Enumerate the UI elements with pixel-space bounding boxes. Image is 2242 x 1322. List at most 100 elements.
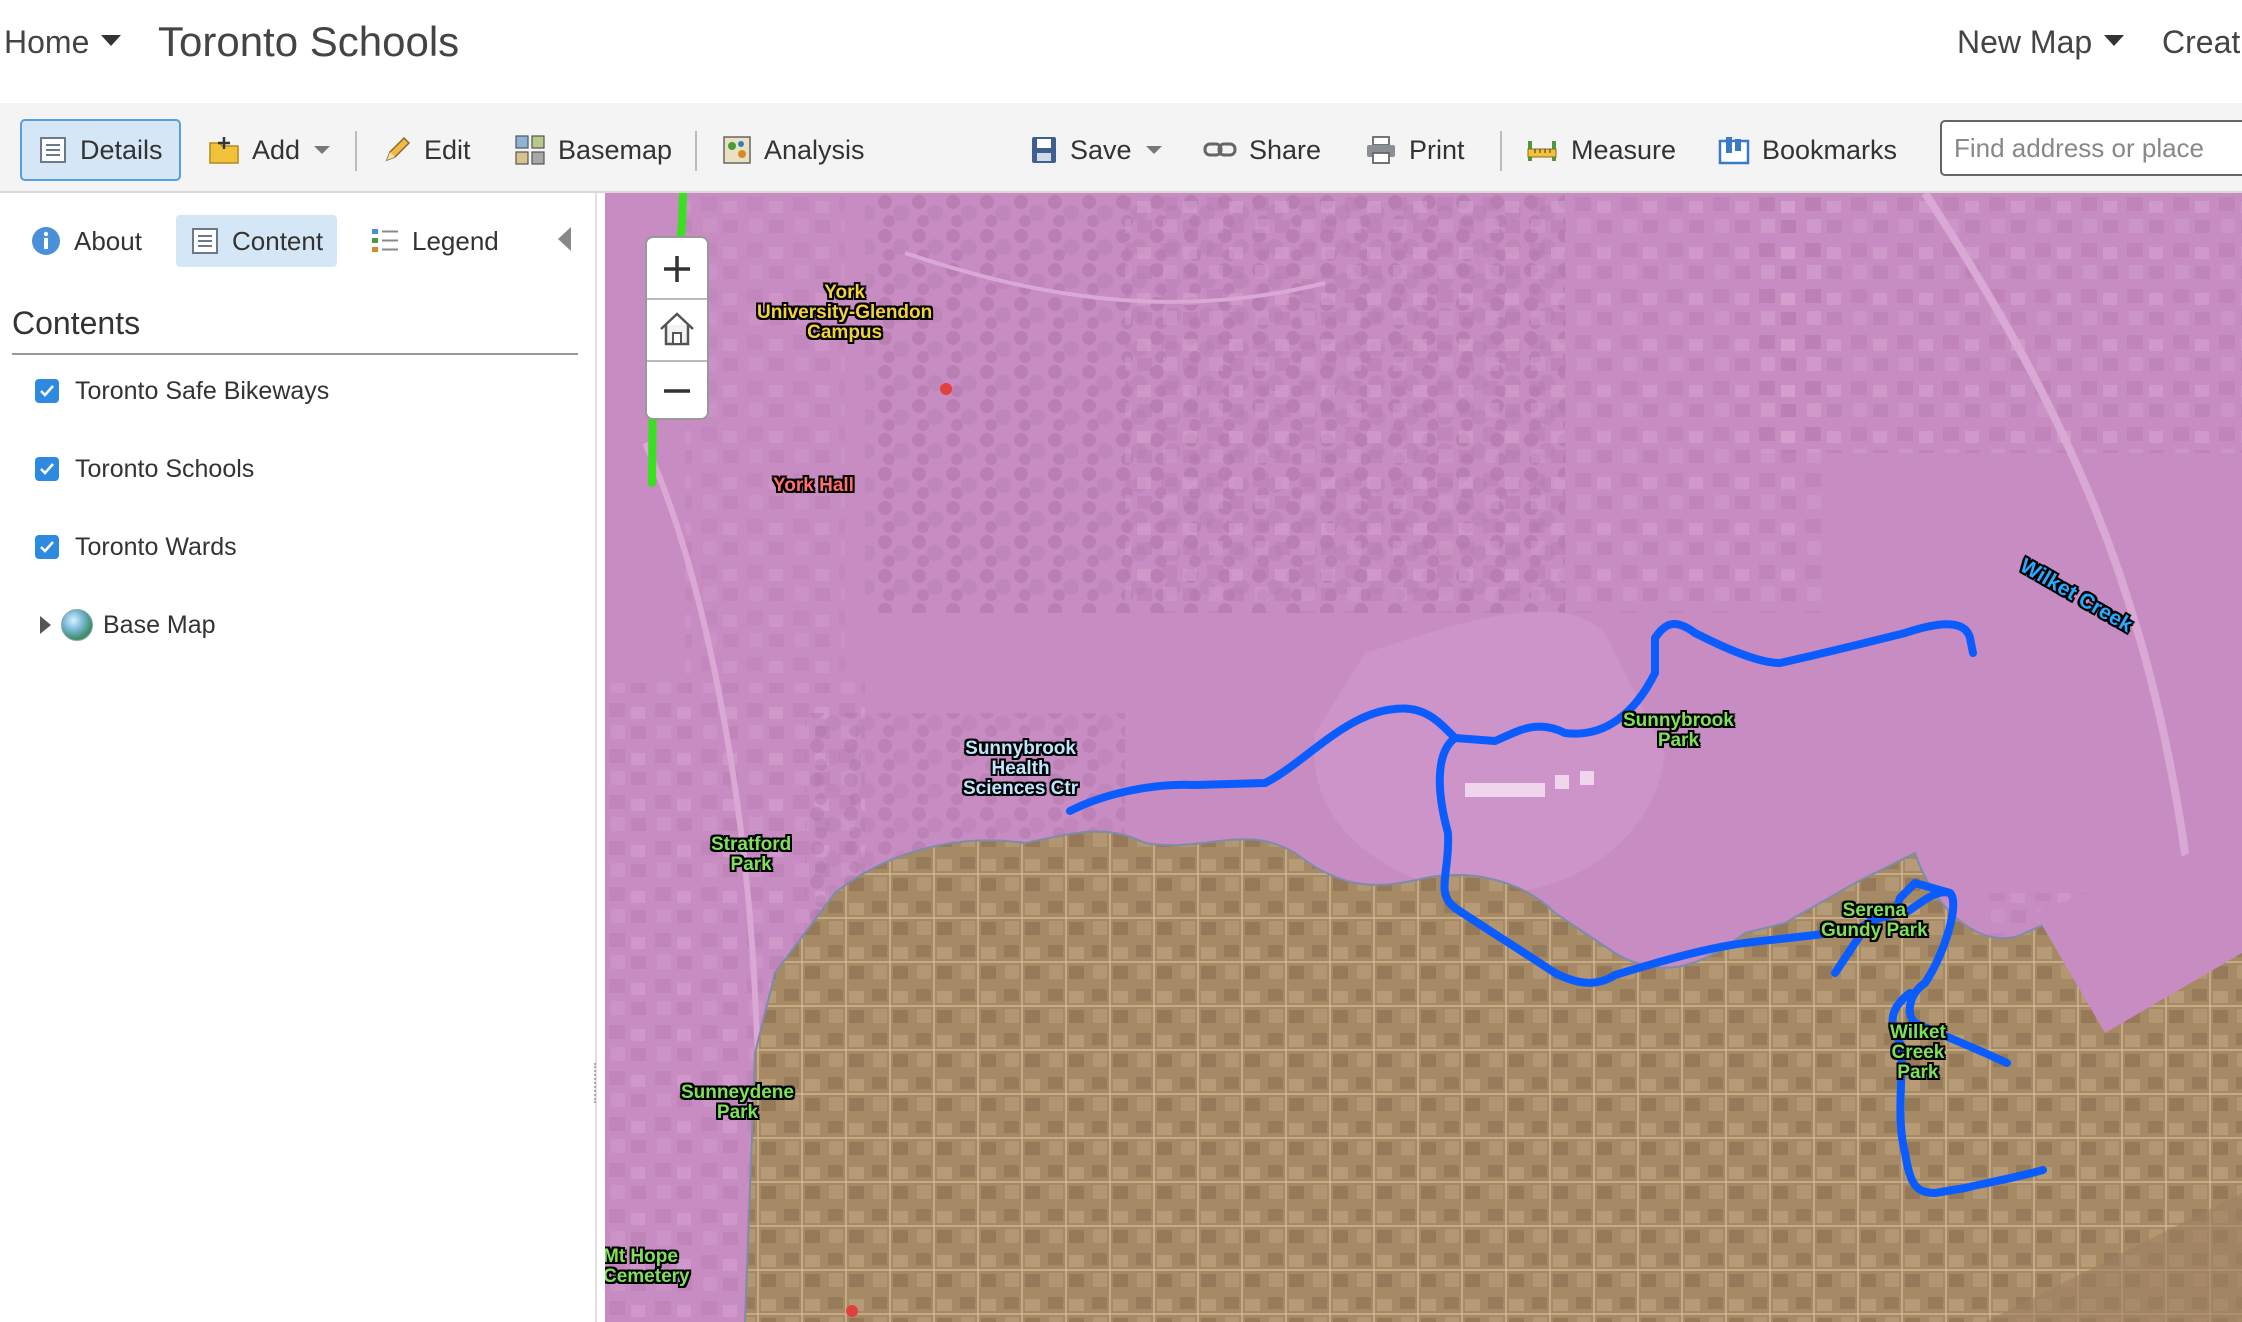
- basemap-icon: [515, 135, 545, 165]
- link-icon: [1203, 142, 1237, 157]
- side-panel: About Content Legend Contents Toronto Sa…: [0, 193, 597, 1322]
- check-icon: [40, 385, 54, 397]
- tab-about-label: About: [74, 225, 142, 256]
- divider: [12, 353, 578, 355]
- save-icon: [1032, 137, 1056, 163]
- place-label-sunneydene-park: Sunneydene Park: [681, 1083, 794, 1123]
- place-label-mt-hope: Mt Hope Cemetery: [605, 1247, 690, 1287]
- print-button[interactable]: Print: [1365, 119, 1465, 181]
- tab-about[interactable]: About: [16, 215, 156, 267]
- home-extent-button[interactable]: [647, 300, 707, 358]
- bookmarks-label: Bookmarks: [1762, 134, 1898, 165]
- toolbar-divider: [355, 131, 357, 171]
- label-line: Park: [716, 1101, 759, 1123]
- pencil-icon: [385, 136, 411, 162]
- layer-checkbox[interactable]: [35, 535, 59, 559]
- label-line: Creek: [1891, 1041, 1945, 1063]
- label-line: Cemetery: [605, 1265, 690, 1287]
- collapse-panel-icon[interactable]: [558, 227, 571, 251]
- map-canvas: [605, 193, 2242, 1322]
- home-menu[interactable]: Home: [4, 24, 122, 61]
- tab-legend[interactable]: Legend: [356, 215, 513, 267]
- layer-label: Base Map: [103, 610, 216, 639]
- school-marker[interactable]: [846, 1305, 858, 1317]
- edit-button[interactable]: Edit: [382, 119, 471, 181]
- place-label-york-glendon: York University-Glendon Campus: [757, 283, 932, 343]
- label-line: York: [824, 282, 866, 303]
- label-line: Park: [1897, 1061, 1939, 1083]
- label-line: Sciences Ctr: [963, 777, 1079, 799]
- basemap-label: Basemap: [558, 134, 673, 165]
- contents-heading: Contents: [12, 305, 141, 341]
- add-button[interactable]: Add: [208, 119, 331, 181]
- new-map-menu[interactable]: New Map: [1957, 24, 2125, 61]
- plus-icon: [664, 256, 690, 282]
- layer-label: Toronto Safe Bikeways: [75, 376, 330, 405]
- chevron-down-icon: [101, 35, 122, 46]
- search-input[interactable]: [1940, 120, 2242, 176]
- print-label: Print: [1409, 134, 1465, 165]
- layer-label: Toronto Wards: [75, 532, 237, 561]
- details-button[interactable]: Details: [20, 119, 181, 181]
- info-icon: [32, 227, 60, 255]
- tab-content-label: Content: [232, 225, 324, 256]
- label-line: Gundy Park: [1821, 919, 1928, 941]
- layer-checkbox[interactable]: [35, 379, 59, 403]
- share-button[interactable]: Share: [1203, 119, 1321, 181]
- analysis-label: Analysis: [764, 134, 865, 165]
- content-icon: [192, 228, 218, 254]
- chevron-down-icon: [1145, 146, 1162, 154]
- check-icon: [40, 541, 54, 553]
- label-line: Campus: [807, 321, 883, 343]
- label-line: Mt Hope: [605, 1246, 678, 1267]
- basemap-button[interactable]: Basemap: [514, 119, 672, 181]
- new-map-label: New Map: [1957, 24, 2093, 60]
- layer-item: Toronto Safe Bikeways: [35, 371, 329, 411]
- globe-icon: [61, 609, 93, 641]
- save-label: Save: [1070, 134, 1132, 165]
- label-line: Park: [730, 853, 772, 875]
- bookmarks-icon: [1718, 137, 1750, 165]
- minus-icon: [664, 389, 690, 393]
- create-link[interactable]: Creat: [2162, 24, 2240, 61]
- toolbar-divider: [695, 131, 697, 171]
- map-view[interactable]: York University-Glendon Campus York Hall…: [605, 193, 2242, 1322]
- toolbar-divider: [1500, 131, 1502, 171]
- analysis-icon: [723, 136, 751, 164]
- label-line: University-Glendon: [757, 301, 933, 323]
- label-line: Wilket: [1890, 1022, 1946, 1043]
- layer-item-basemap[interactable]: Base Map: [30, 605, 216, 645]
- analysis-button[interactable]: Analysis: [722, 119, 865, 181]
- label-line: Park: [1657, 729, 1700, 751]
- zoom-out-button[interactable]: [647, 362, 707, 420]
- expand-icon[interactable]: [40, 616, 51, 634]
- place-label-wilket-creek-park: Wilket Creek Park: [1890, 1023, 1946, 1083]
- place-label-serena-gundy: Serena Gundy Park: [1821, 901, 1928, 941]
- layer-checkbox[interactable]: [35, 457, 59, 481]
- place-label-york-hall: York Hall: [773, 475, 854, 496]
- edit-label: Edit: [424, 134, 471, 165]
- details-icon: [40, 137, 66, 163]
- label-line: Stratford: [711, 834, 792, 855]
- label-line: Sunnybrook: [965, 738, 1076, 759]
- add-icon: [209, 137, 239, 164]
- ruler-icon: [1527, 141, 1557, 161]
- legend-icon: [372, 229, 398, 252]
- school-marker[interactable]: [940, 383, 952, 395]
- place-label-sunnybrook-hsc: Sunnybrook Health Sciences Ctr: [963, 739, 1078, 799]
- chevron-down-icon: [2104, 35, 2125, 46]
- zoom-in-button[interactable]: [647, 240, 707, 298]
- printer-icon: [1367, 136, 1395, 164]
- bookmarks-button[interactable]: Bookmarks: [1718, 119, 1897, 181]
- measure-button[interactable]: Measure: [1525, 119, 1676, 181]
- top-bar: Home Toronto Schools New Map Creat: [0, 0, 2242, 103]
- zoom-control: [645, 236, 709, 420]
- place-label-stratford-park: Stratford Park: [711, 835, 791, 875]
- panel-resize-handle[interactable]: [594, 1063, 599, 1103]
- tab-content[interactable]: Content: [176, 215, 338, 267]
- add-label: Add: [252, 134, 301, 165]
- measure-label: Measure: [1571, 134, 1677, 165]
- layer-item: Toronto Schools: [35, 449, 254, 489]
- save-button[interactable]: Save: [1030, 119, 1162, 181]
- layer-label: Toronto Schools: [75, 454, 255, 483]
